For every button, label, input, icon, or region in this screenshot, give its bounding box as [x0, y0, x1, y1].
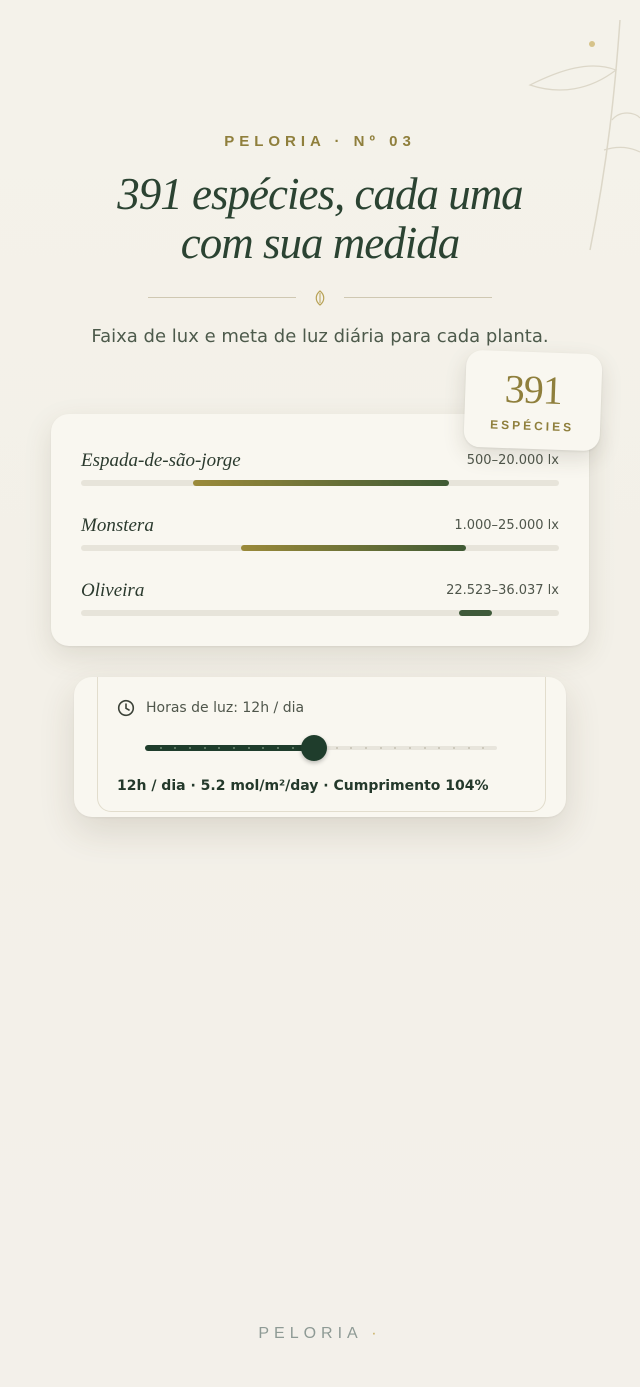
light-hours-slider[interactable] [145, 735, 497, 761]
slider-tick [379, 747, 382, 749]
lux-range-bar [241, 545, 466, 551]
plant-name: Espada-de-são-jorge [81, 450, 241, 471]
species-label: ESPÉCIES [489, 417, 575, 435]
footer-brand: PELORIA · [0, 1325, 640, 1343]
lux-range-track [81, 480, 559, 486]
slider-tick [335, 747, 338, 749]
footer-brand-name: PELORIA [258, 1325, 362, 1342]
lux-range-track [81, 610, 559, 616]
plant-name: Oliveira [81, 580, 145, 601]
footer-dot: · [371, 1325, 382, 1342]
plant-lux-range: 1.000–25.000 lx [454, 518, 559, 533]
slider-fill [145, 745, 314, 751]
lux-range-bar [193, 480, 450, 486]
light-summary: 12h / dia · 5.2 mol/m²/day · Cumprimento… [117, 778, 489, 794]
slider-thumb[interactable] [300, 735, 327, 761]
slider-tick [189, 747, 191, 749]
slider-tick [277, 747, 279, 749]
divider-line-right [344, 297, 492, 298]
slider-tick [159, 747, 162, 749]
ornament-divider [148, 290, 492, 306]
page-subtitle: Faixa de lux e meta de luz diária para c… [91, 326, 549, 347]
species-range-card: Espada-de-são-jorge 500–20.000 lx Monste… [51, 414, 589, 646]
plant-lux-range: 500–20.000 lx [466, 453, 559, 468]
slider-tick [453, 747, 455, 749]
page-title: 391 espécies, cada uma com sua medida [0, 170, 640, 268]
light-hours-label: Horas de luz: 12h / dia [146, 700, 305, 716]
slider-tick [467, 747, 470, 749]
lux-range-track [81, 545, 559, 551]
species-count: 391 [504, 366, 563, 413]
plant-lux-range: 22.523–36.037 lx [446, 583, 559, 598]
leaf-icon [315, 290, 325, 306]
species-count-badge: 391 ESPÉCIES [463, 349, 603, 452]
plant-name: Monstera [81, 515, 154, 536]
title-line-1: 391 espécies, cada uma [117, 169, 523, 219]
light-hours-panel: Horas de luz: 12h / dia 12h / dia · 5.2 … [74, 677, 566, 817]
slider-tick [291, 747, 294, 749]
clock-icon [117, 699, 135, 717]
title-line-2: com sua medida [180, 218, 460, 268]
slider-tick [247, 747, 250, 749]
slider-tick [423, 747, 426, 749]
slider-tick [233, 747, 235, 749]
issue-eyebrow: PELORIA · Nº 03 [224, 133, 416, 150]
divider-line-left [148, 297, 296, 298]
lux-range-bar [458, 610, 493, 616]
slider-tick [409, 747, 411, 749]
slider-tick [203, 747, 206, 749]
slider-tick [365, 747, 367, 749]
